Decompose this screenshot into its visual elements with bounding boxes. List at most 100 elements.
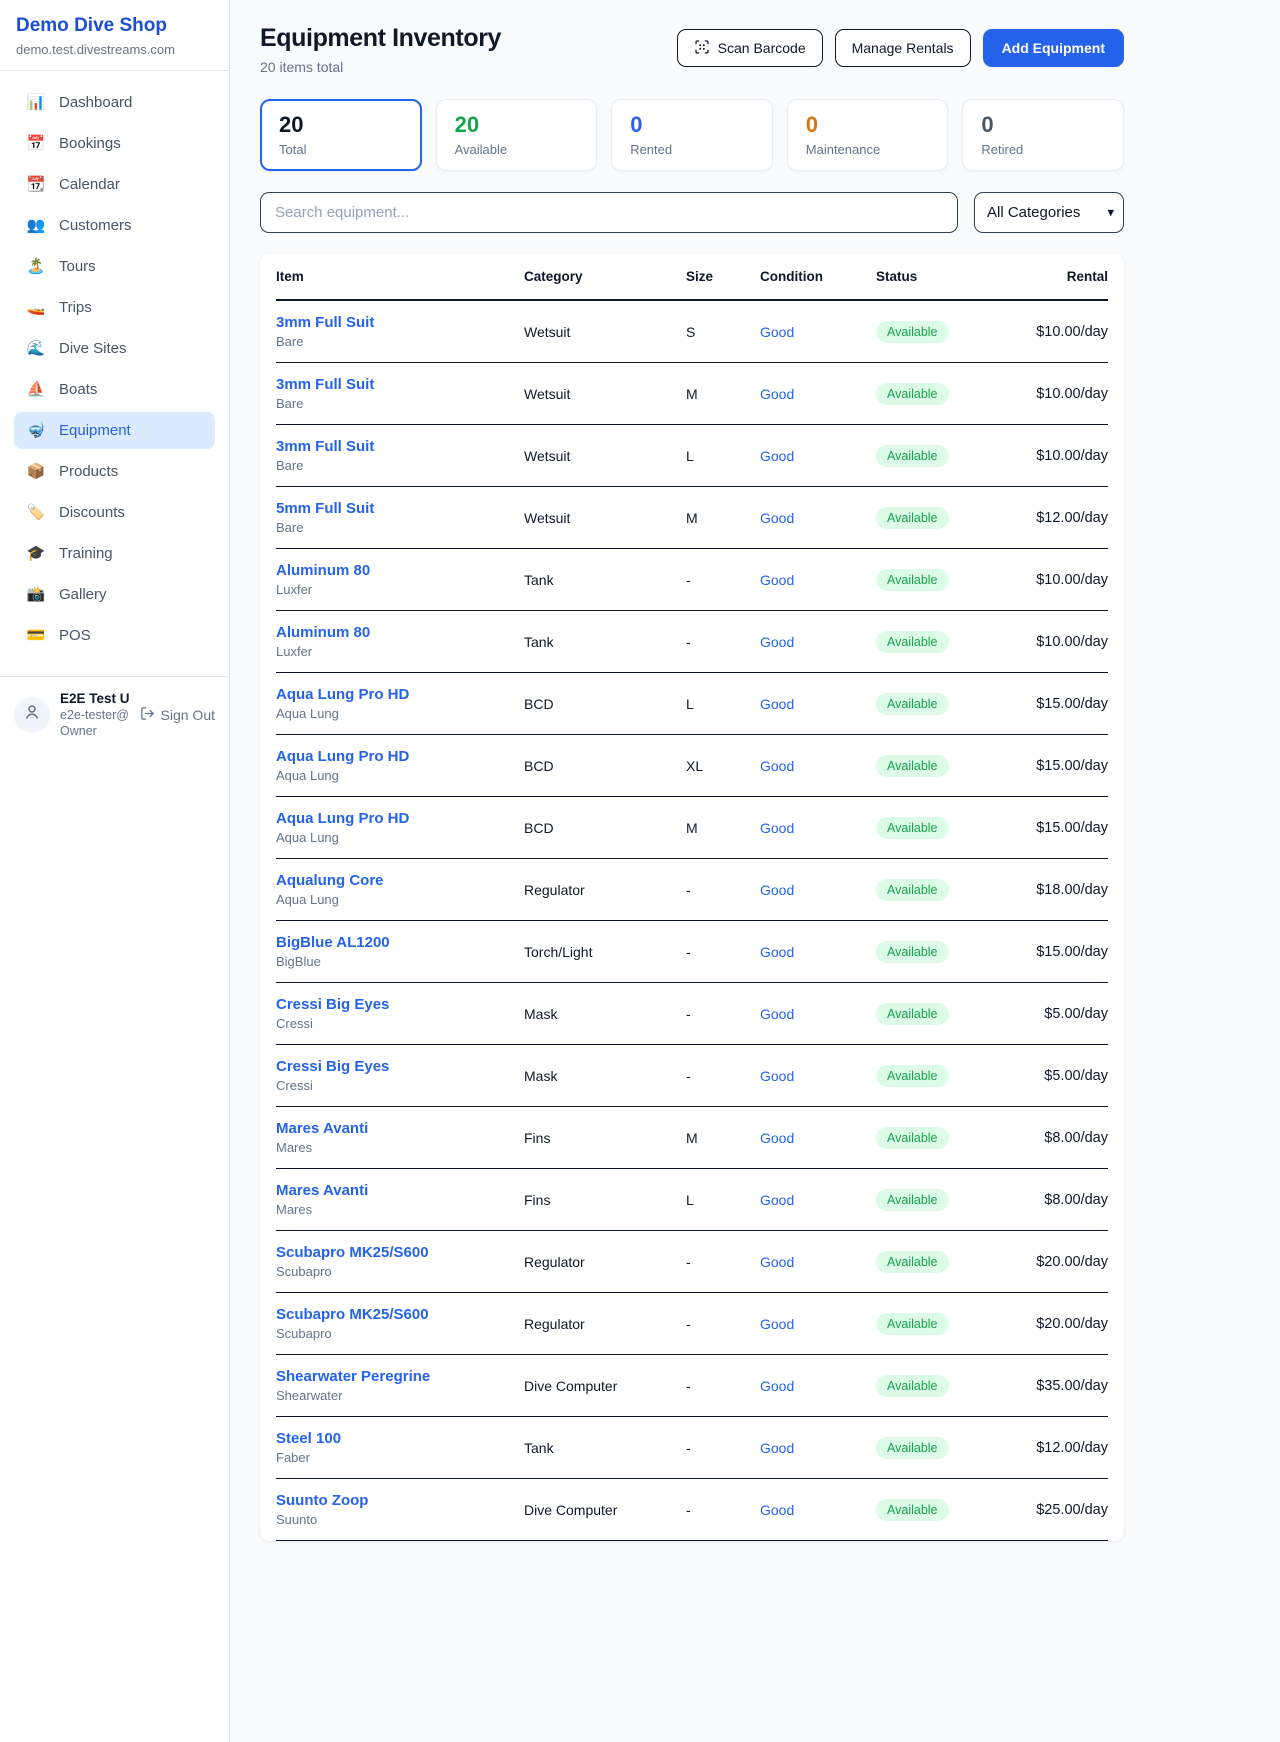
status-badge: Available	[876, 1251, 949, 1273]
sidebar-item-equipment[interactable]: 🤿Equipment	[14, 412, 215, 449]
item-brand: Bare	[276, 458, 524, 473]
item-brand: Cressi	[276, 1016, 524, 1031]
status-badge: Available	[876, 941, 949, 963]
stat-card-total[interactable]: 20Total	[260, 99, 422, 171]
item-name-link[interactable]: BigBlue AL1200	[276, 934, 524, 951]
sidebar-item-customers[interactable]: 👥Customers	[14, 207, 215, 244]
item-size: -	[686, 1316, 760, 1332]
item-condition-link[interactable]: Good	[760, 1378, 876, 1394]
status-badge: Available	[876, 693, 949, 715]
item-name-link[interactable]: Mares Avanti	[276, 1182, 524, 1199]
item-name-link[interactable]: 3mm Full Suit	[276, 438, 524, 455]
sidebar-item-calendar[interactable]: 📆Calendar	[14, 166, 215, 203]
item-condition-link[interactable]: Good	[760, 758, 876, 774]
sidebar-item-products[interactable]: 📦Products	[14, 453, 215, 490]
sidebar-item-training[interactable]: 🎓Training	[14, 535, 215, 572]
item-brand: Aqua Lung	[276, 830, 524, 845]
manage-rentals-button[interactable]: Manage Rentals	[835, 29, 971, 67]
sidebar-item-dive-sites[interactable]: 🌊Dive Sites	[14, 330, 215, 367]
status-badge: Available	[876, 879, 949, 901]
stat-label: Available	[455, 142, 579, 157]
item-condition-link[interactable]: Good	[760, 510, 876, 526]
item-name-link[interactable]: Aluminum 80	[276, 624, 524, 641]
table-row: 3mm Full SuitBareWetsuitSGoodAvailable$1…	[276, 301, 1108, 363]
item-brand: Scubapro	[276, 1326, 524, 1341]
brand-title[interactable]: Demo Dive Shop	[16, 15, 213, 37]
sidebar-item-trips[interactable]: 🚤Trips	[14, 289, 215, 326]
item-brand: Shearwater	[276, 1388, 524, 1403]
item-condition-link[interactable]: Good	[760, 572, 876, 588]
category-filter-select[interactable]: All Categories	[974, 192, 1124, 233]
item-size: -	[686, 1440, 760, 1456]
item-rental: $10.00/day	[1018, 634, 1108, 650]
search-input[interactable]	[260, 192, 958, 233]
sidebar-item-discounts[interactable]: 🏷️Discounts	[14, 494, 215, 531]
sidebar-item-bookings[interactable]: 📅Bookings	[14, 125, 215, 162]
item-condition-link[interactable]: Good	[760, 1006, 876, 1022]
sidebar-item-label: Boats	[59, 381, 97, 398]
item-condition-link[interactable]: Good	[760, 1440, 876, 1456]
item-name-link[interactable]: Scubapro MK25/S600	[276, 1306, 524, 1323]
item-condition-link[interactable]: Good	[760, 386, 876, 402]
item-condition-link[interactable]: Good	[760, 1254, 876, 1270]
item-name-link[interactable]: Mares Avanti	[276, 1120, 524, 1137]
status-cell: Available	[876, 1313, 1018, 1335]
table-row: Aqualung CoreAqua LungRegulator-GoodAvai…	[276, 859, 1108, 921]
sidebar-item-pos[interactable]: 💳POS	[14, 617, 215, 654]
stat-card-available[interactable]: 20Available	[436, 99, 598, 171]
sidebar-user-section: E2E Test U... e2e-tester@... Owner Sign …	[0, 676, 229, 752]
sign-out-button[interactable]: Sign Out	[140, 706, 215, 724]
sidebar-item-tours[interactable]: 🏝️Tours	[14, 248, 215, 285]
item-rental: $25.00/day	[1018, 1502, 1108, 1518]
status-cell: Available	[876, 1251, 1018, 1273]
item-name-link[interactable]: Aqua Lung Pro HD	[276, 810, 524, 827]
item-condition-link[interactable]: Good	[760, 820, 876, 836]
status-badge: Available	[876, 1189, 949, 1211]
item-name-link[interactable]: Steel 100	[276, 1430, 524, 1447]
item-name-link[interactable]: 3mm Full Suit	[276, 376, 524, 393]
sidebar-item-gallery[interactable]: 📸Gallery	[14, 576, 215, 613]
item-name-link[interactable]: Aqua Lung Pro HD	[276, 686, 524, 703]
item-name-link[interactable]: 5mm Full Suit	[276, 500, 524, 517]
item-name-link[interactable]: Aluminum 80	[276, 562, 524, 579]
item-cell: 3mm Full Suit Bare	[276, 438, 524, 473]
item-category: Wetsuit	[524, 510, 686, 526]
item-condition-link[interactable]: Good	[760, 882, 876, 898]
item-name-link[interactable]: Shearwater Peregrine	[276, 1368, 524, 1385]
sidebar-item-dashboard[interactable]: 📊Dashboard	[14, 84, 215, 121]
sidebar-item-boats[interactable]: ⛵Boats	[14, 371, 215, 408]
add-equipment-button[interactable]: Add Equipment	[983, 29, 1124, 67]
item-condition-link[interactable]: Good	[760, 1130, 876, 1146]
items-total-text: 20 items total	[260, 59, 501, 75]
item-name-link[interactable]: Aqualung Core	[276, 872, 524, 889]
item-name-link[interactable]: Scubapro MK25/S600	[276, 1244, 524, 1261]
sidebar-item-label: Tours	[59, 258, 96, 275]
item-name-link[interactable]: Cressi Big Eyes	[276, 996, 524, 1013]
stat-card-retired[interactable]: 0Retired	[962, 99, 1124, 171]
item-name-link[interactable]: Cressi Big Eyes	[276, 1058, 524, 1075]
status-cell: Available	[876, 631, 1018, 653]
column-header-size: Size	[686, 254, 760, 299]
item-category: Torch/Light	[524, 944, 686, 960]
stat-label: Rented	[630, 142, 754, 157]
item-condition-link[interactable]: Good	[760, 1316, 876, 1332]
item-condition-link[interactable]: Good	[760, 944, 876, 960]
status-cell: Available	[876, 1003, 1018, 1025]
stat-card-maintenance[interactable]: 0Maintenance	[787, 99, 949, 171]
item-size: -	[686, 1068, 760, 1084]
item-condition-link[interactable]: Good	[760, 1192, 876, 1208]
brand-subdomain: demo.test.divestreams.com	[16, 42, 213, 57]
item-condition-link[interactable]: Good	[760, 448, 876, 464]
item-name-link[interactable]: Suunto Zoop	[276, 1492, 524, 1509]
item-condition-link[interactable]: Good	[760, 634, 876, 650]
item-condition-link[interactable]: Good	[760, 324, 876, 340]
stat-card-rented[interactable]: 0Rented	[611, 99, 773, 171]
item-category: Tank	[524, 634, 686, 650]
item-condition-link[interactable]: Good	[760, 1502, 876, 1518]
item-name-link[interactable]: Aqua Lung Pro HD	[276, 748, 524, 765]
item-condition-link[interactable]: Good	[760, 1068, 876, 1084]
item-name-link[interactable]: 3mm Full Suit	[276, 314, 524, 331]
item-condition-link[interactable]: Good	[760, 696, 876, 712]
scan-barcode-button[interactable]: Scan Barcode	[677, 29, 823, 67]
item-category: Tank	[524, 1440, 686, 1456]
